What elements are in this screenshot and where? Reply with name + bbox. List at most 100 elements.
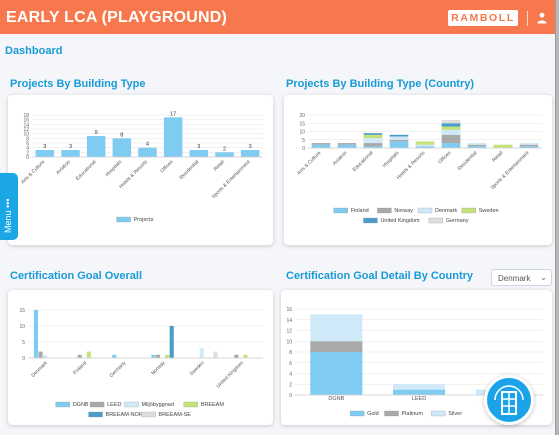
x-tick-label: Hospitals — [104, 159, 123, 178]
bar — [43, 354, 48, 358]
y-tick-label: 4 — [289, 372, 292, 378]
bar — [33, 310, 38, 358]
chevron-down-icon: ⌄ — [540, 273, 547, 282]
bar-segment — [310, 341, 363, 352]
bar — [112, 354, 117, 358]
legend-swatch — [461, 207, 476, 214]
legend-label: DGNB — [73, 402, 89, 408]
brand-logo[interactable]: RAMBOLL — [448, 10, 518, 26]
bar — [215, 152, 234, 157]
chart-cert-overall: 0 5 10 15 Denmark Finland Germany Norway Sweden U… — [19, 308, 263, 418]
country-select[interactable]: Denmark ⌄ — [491, 269, 552, 286]
section-title-cert-detail: Certification Goal Detail By Country — [286, 270, 474, 282]
legend-swatch — [55, 401, 70, 408]
bar — [169, 326, 174, 358]
x-tick-label: Germany — [109, 360, 128, 379]
bar-segment — [363, 133, 383, 135]
data-label: 8 — [120, 132, 123, 138]
app-title: EARLY LCA (PLAYGROUND) — [6, 9, 228, 26]
building-icon — [494, 385, 524, 415]
y-tick-label: 16 — [286, 307, 292, 313]
user-icon[interactable] — [537, 12, 547, 24]
bar-segment — [441, 126, 461, 130]
chart-card-projects-by-type-country: 0 5 10 15 20 Arts & Culture Aviation Educationa… — [284, 95, 552, 245]
data-label: 3 — [197, 144, 200, 150]
app-window: EARLY LCA (PLAYGROUND) RAMBOLL Dashboard… — [0, 0, 556, 435]
legend-label: Miljöbyggnad — [142, 402, 174, 408]
legend-swatch — [183, 401, 198, 408]
bar-segment — [363, 138, 383, 144]
bar-segment — [389, 139, 409, 142]
x-tick-label: Residential — [179, 159, 201, 181]
bar — [112, 138, 132, 157]
legend-swatch — [428, 217, 444, 224]
legend-swatch — [88, 411, 103, 418]
bar-segment — [392, 389, 446, 395]
y-tick-label: 18 — [23, 113, 29, 119]
x-tick-label: Arts & Culture — [20, 159, 46, 185]
legend-label: BREEAM — [201, 402, 225, 408]
data-label: 3 — [69, 144, 72, 150]
x-tick-label: Arts & Culture — [296, 150, 322, 176]
chart-projects-by-type-country: 0 5 10 15 20 Arts & Culture Aviation Educationa… — [296, 113, 542, 224]
bar-segment — [363, 134, 383, 139]
bar — [240, 150, 260, 157]
bar — [151, 354, 156, 358]
y-tick-label: 0 — [22, 356, 25, 362]
x-tick-label: Hospitals — [382, 150, 401, 169]
country-select-value: Denmark — [498, 274, 531, 283]
legend-label: Sweden — [479, 208, 499, 214]
x-tick-label: Retail — [491, 150, 504, 163]
x-tick-label: Offices — [437, 150, 453, 166]
top-header: EARLY LCA (PLAYGROUND) RAMBOLL — [0, 0, 555, 34]
menu-side-tab[interactable]: Menu ••• — [0, 173, 18, 240]
legend-swatch — [417, 207, 433, 214]
legend-swatch — [124, 401, 139, 408]
bar — [86, 136, 106, 157]
bar-segment — [415, 141, 435, 145]
y-tick-label: 5 — [302, 138, 305, 144]
x-tick-label: LEED — [412, 396, 426, 402]
bar-segment — [441, 129, 461, 135]
y-tick-label: 10 — [299, 130, 305, 136]
bar — [86, 351, 91, 358]
x-tick-label: DGNB — [328, 396, 344, 402]
building-assistant-button[interactable] — [484, 375, 534, 425]
bar — [243, 354, 248, 358]
bar-segment — [519, 144, 539, 147]
bar-segment — [467, 143, 487, 145]
data-label: 17 — [170, 111, 176, 117]
x-tick-label: Aviation — [332, 150, 349, 167]
y-tick-label: 6 — [289, 361, 292, 367]
y-tick-label: 8 — [289, 350, 292, 356]
bar-segment — [311, 143, 331, 145]
y-tick-label: 15 — [299, 121, 305, 127]
legend-label: Germany — [446, 218, 469, 224]
chart-card-cert-overall: 0 5 10 15 Denmark Finland Germany Norway Sweden U… — [8, 290, 273, 425]
menu-tab-label: Menu ••• — [3, 198, 13, 233]
page-title: Dashboard — [5, 45, 63, 57]
bar-segment — [519, 143, 539, 145]
bar-segment — [389, 141, 409, 148]
legend-label: Silver — [448, 411, 462, 417]
bar-segment — [389, 136, 409, 140]
x-tick-label: Residential — [457, 150, 479, 172]
x-tick-label: Educational — [352, 150, 375, 173]
x-tick-label: Denmark — [30, 360, 49, 379]
legend-label: Denmark — [435, 208, 458, 214]
bar — [199, 348, 204, 358]
data-label: 2 — [223, 146, 226, 152]
y-tick-label: 12 — [286, 329, 292, 335]
data-label: 9 — [95, 130, 98, 136]
data-label: 3 — [249, 144, 252, 150]
x-tick-label: Aviation — [55, 159, 72, 176]
x-tick-label: United Kingdom — [215, 360, 244, 389]
legend-swatch — [333, 207, 348, 214]
data-label: 3 — [43, 144, 46, 150]
y-tick-label: 14 — [286, 318, 292, 324]
legend-label: Gold — [367, 411, 379, 417]
y-tick-label: 10 — [19, 324, 25, 330]
legend-label: BREEAM-SE — [159, 412, 192, 418]
y-tick-label: 10 — [286, 339, 292, 345]
bar-segment — [389, 134, 409, 137]
